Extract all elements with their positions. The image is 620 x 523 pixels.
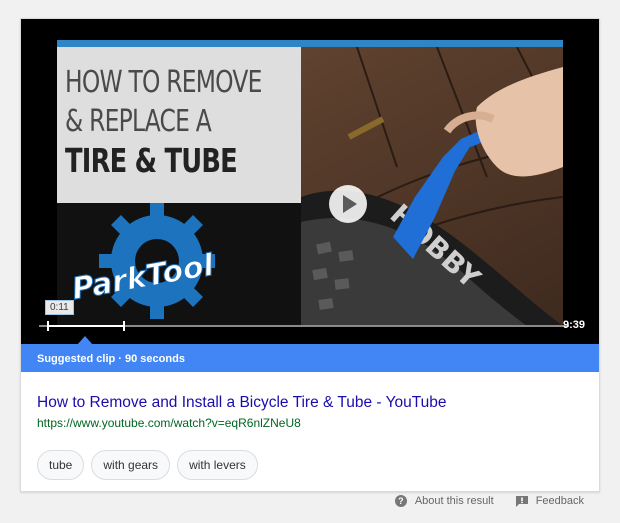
- about-this-result-link[interactable]: ? About this result: [394, 495, 494, 507]
- featured-snippet-card: HOBBY HOW TO REMOVE & REPLACE A TIRE & T…: [20, 18, 600, 492]
- help-circle-icon: ?: [394, 495, 407, 507]
- thumbnail-title-line: TIRE & TUBE: [65, 141, 238, 180]
- result-url: https://www.youtube.com/watch?v=eqR6nlZN…: [37, 416, 301, 430]
- suggested-clip-bar: Suggested clip · 90 seconds: [21, 344, 599, 372]
- thumbnail-title-line: & REPLACE A: [65, 104, 212, 139]
- result-title-link[interactable]: How to Remove and Install a Bicycle Tire…: [37, 394, 447, 412]
- snippet-footer: ? About this result Feedback: [394, 495, 584, 507]
- feedback-link[interactable]: Feedback: [515, 495, 584, 507]
- video-player[interactable]: HOBBY HOW TO REMOVE & REPLACE A TIRE & T…: [21, 19, 599, 344]
- thumbnail-title: HOW TO REMOVE & REPLACE A TIRE & TUBE: [57, 47, 301, 203]
- thumbnail-title-line: HOW TO REMOVE: [65, 65, 262, 100]
- feedback-label: Feedback: [535, 495, 584, 507]
- clip-pointer-caret: [77, 336, 93, 344]
- parktool-gear-logo-icon: ParkTool: [69, 203, 218, 319]
- video-thumbnail[interactable]: HOBBY HOW TO REMOVE & REPLACE A TIRE & T…: [57, 40, 563, 326]
- chip-with-gears[interactable]: with gears: [91, 450, 171, 480]
- play-icon[interactable]: [329, 185, 367, 223]
- clip-end-marker[interactable]: [123, 321, 125, 331]
- chip-with-levers[interactable]: with levers: [177, 450, 258, 480]
- parktool-logo-area: ParkTool: [57, 203, 301, 326]
- video-duration: 9:39: [562, 319, 585, 331]
- clip-start-marker[interactable]: [47, 321, 49, 331]
- suggested-clip-range: [47, 325, 125, 327]
- refinement-chips: tube with gears with levers: [37, 450, 258, 480]
- about-this-result-label: About this result: [414, 495, 494, 507]
- thumbnail-top-bar: [57, 40, 563, 47]
- feedback-icon: [515, 495, 528, 507]
- chip-tube[interactable]: tube: [37, 450, 85, 480]
- current-time-tooltip: 0:11: [45, 300, 74, 315]
